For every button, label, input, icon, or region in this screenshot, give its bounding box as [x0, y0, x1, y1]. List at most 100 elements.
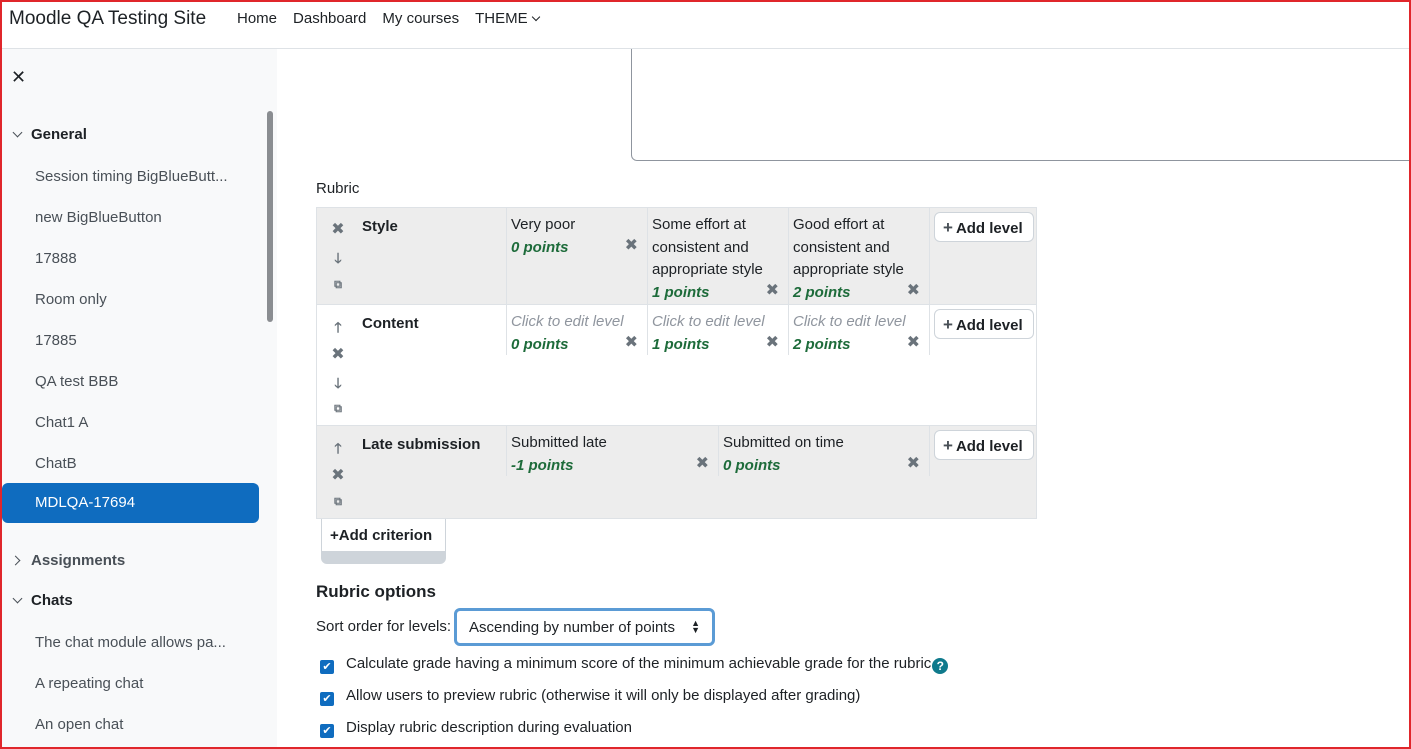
delete-level-icon[interactable]: ✖	[907, 332, 920, 352]
section-title: General	[31, 126, 87, 143]
option-display-description[interactable]: ✔ Display rubric description during evalu…	[320, 719, 632, 738]
rubric-editor: ✖ 🡓 ⧉ Style Very poor 0 points ✖ Some ef…	[316, 207, 1037, 519]
level-definition[interactable]: Click to edit level	[652, 311, 784, 334]
duplicate-icon[interactable]: ⧉	[329, 279, 347, 292]
level-points[interactable]: 2 points	[793, 334, 925, 357]
course-item-active[interactable]: MDLQA-17694	[2, 483, 259, 523]
add-level-button[interactable]: + Add level	[934, 309, 1034, 339]
criterion-description[interactable]: Late submission	[362, 436, 480, 453]
course-item[interactable]: ChatB	[35, 455, 77, 472]
sort-order-value: Ascending by number of points	[469, 619, 675, 636]
level-points[interactable]: 0 points	[511, 237, 643, 260]
level-points[interactable]: -1 points	[511, 455, 714, 478]
move-up-icon[interactable]: 🡑	[329, 438, 347, 462]
plus-icon: +	[943, 218, 953, 237]
option-label: Calculate grade having a minimum score o…	[346, 655, 932, 672]
chevron-right-icon	[10, 555, 21, 566]
course-item[interactable]: The chat module allows pa...	[35, 634, 226, 651]
criterion-row: ✖ 🡓 ⧉ Style Very poor 0 points ✖ Some ef…	[317, 208, 1036, 305]
checkbox-checked[interactable]: ✔	[320, 692, 334, 706]
course-item[interactable]: A repeating chat	[35, 675, 143, 692]
criterion-description[interactable]: Content	[362, 315, 419, 332]
nav-home[interactable]: Home	[237, 10, 277, 27]
add-level-button[interactable]: + Add level	[934, 430, 1034, 460]
site-name[interactable]: Moodle QA Testing Site	[9, 8, 206, 30]
description-editor[interactable]	[631, 49, 1411, 161]
level-cell[interactable]: Submitted late -1 points ✖	[506, 426, 718, 476]
move-up-icon[interactable]: 🡑	[329, 317, 347, 341]
cell-divider	[929, 305, 930, 355]
delete-level-icon[interactable]: ✖	[766, 280, 779, 300]
level-definition[interactable]: Click to edit level	[793, 311, 925, 334]
select-updown-icon: ▲ ▼	[691, 618, 700, 635]
level-points[interactable]: 2 points	[793, 282, 925, 305]
level-definition[interactable]: Some effort at consistent and appropriat…	[652, 214, 784, 282]
course-item[interactable]: 17885	[35, 332, 77, 349]
primary-nav: Home Dashboard My courses THEME	[237, 10, 540, 27]
delete-criterion-icon[interactable]: ✖	[329, 344, 347, 364]
level-cell[interactable]: Click to edit level 2 points ✖	[788, 305, 929, 355]
level-points[interactable]: 1 points	[652, 282, 784, 305]
level-cell[interactable]: Very poor 0 points ✖	[506, 208, 647, 304]
checkbox-checked[interactable]: ✔	[320, 724, 334, 738]
level-definition[interactable]: Good effort at consistent and appropriat…	[793, 214, 925, 282]
criterion-description[interactable]: Style	[362, 218, 398, 235]
delete-level-icon[interactable]: ✖	[696, 453, 709, 473]
move-down-icon[interactable]: 🡓	[329, 248, 347, 272]
cell-divider	[929, 208, 930, 304]
drawer-scrollbar[interactable]	[267, 111, 273, 322]
level-cell[interactable]: Click to edit level 0 points ✖	[506, 305, 647, 355]
delete-level-icon[interactable]: ✖	[625, 235, 638, 255]
duplicate-icon[interactable]: ⧉	[329, 403, 347, 416]
checkbox-checked[interactable]: ✔	[320, 660, 334, 674]
level-definition[interactable]: Submitted on time	[723, 432, 925, 455]
course-item[interactable]: 17888	[35, 250, 77, 267]
delete-level-icon[interactable]: ✖	[907, 280, 920, 300]
section-chats[interactable]: Chats	[12, 592, 73, 609]
delete-level-icon[interactable]: ✖	[625, 332, 638, 352]
nav-theme-label: THEME	[475, 10, 528, 27]
delete-criterion-icon[interactable]: ✖	[329, 465, 347, 485]
level-cell[interactable]: Good effort at consistent and appropriat…	[788, 208, 929, 304]
nav-dashboard[interactable]: Dashboard	[293, 10, 366, 27]
section-assignments[interactable]: Assignments	[10, 552, 125, 569]
cell-divider	[929, 426, 930, 476]
course-index-drawer: ✕ General Session timing BigBlueButt... …	[0, 49, 277, 749]
course-item[interactable]: QA test BBB	[35, 373, 118, 390]
level-cell[interactable]: Submitted on time 0 points ✖	[718, 426, 929, 476]
level-definition[interactable]: Very poor	[511, 214, 643, 237]
sort-order-select[interactable]: Ascending by number of points ▲ ▼	[454, 608, 715, 646]
add-criterion-button[interactable]: +Add criterion	[321, 519, 446, 552]
help-icon[interactable]: ?	[932, 658, 949, 674]
course-item[interactable]: Room only	[35, 291, 107, 308]
move-down-icon[interactable]: 🡓	[329, 373, 347, 397]
level-points[interactable]: 1 points	[652, 334, 784, 357]
duplicate-icon[interactable]: ⧉	[329, 496, 347, 509]
course-item[interactable]: new BigBlueButton	[35, 209, 162, 226]
rubric-options-heading: Rubric options	[316, 582, 436, 601]
level-cell[interactable]: Some effort at consistent and appropriat…	[647, 208, 788, 304]
option-label: Display rubric description during evalua…	[346, 719, 632, 736]
option-allow-preview[interactable]: ✔ Allow users to preview rubric (otherwis…	[320, 687, 860, 706]
level-cell[interactable]: Click to edit level 1 points ✖	[647, 305, 788, 355]
nav-theme[interactable]: THEME	[475, 10, 540, 27]
course-item[interactable]: Chat1 A	[35, 414, 88, 431]
option-min-score[interactable]: ✔ Calculate grade having a minimum score …	[320, 655, 949, 674]
add-level-button[interactable]: + Add level	[934, 212, 1034, 242]
course-item[interactable]: Session timing BigBlueButt...	[35, 168, 228, 185]
level-definition[interactable]: Click to edit level	[511, 311, 643, 334]
criterion-row: 🡑 ✖ ⧉ Late submission Submitted late -1 …	[317, 426, 1036, 518]
level-points[interactable]: 0 points	[511, 334, 643, 357]
level-definition[interactable]: Submitted late	[511, 432, 714, 455]
section-title: Chats	[31, 592, 73, 609]
option-label: Allow users to preview rubric (otherwise…	[346, 687, 861, 704]
nav-my-courses[interactable]: My courses	[382, 10, 459, 27]
delete-criterion-icon[interactable]: ✖	[329, 219, 347, 239]
section-general[interactable]: General	[12, 126, 87, 143]
delete-level-icon[interactable]: ✖	[907, 453, 920, 473]
close-icon[interactable]: ✕	[11, 67, 26, 88]
level-points[interactable]: 0 points	[723, 455, 925, 478]
criterion-row: 🡑 ✖ 🡓 ⧉ Content Click to edit level 0 po…	[317, 305, 1036, 426]
course-item[interactable]: An open chat	[35, 716, 123, 733]
delete-level-icon[interactable]: ✖	[766, 332, 779, 352]
